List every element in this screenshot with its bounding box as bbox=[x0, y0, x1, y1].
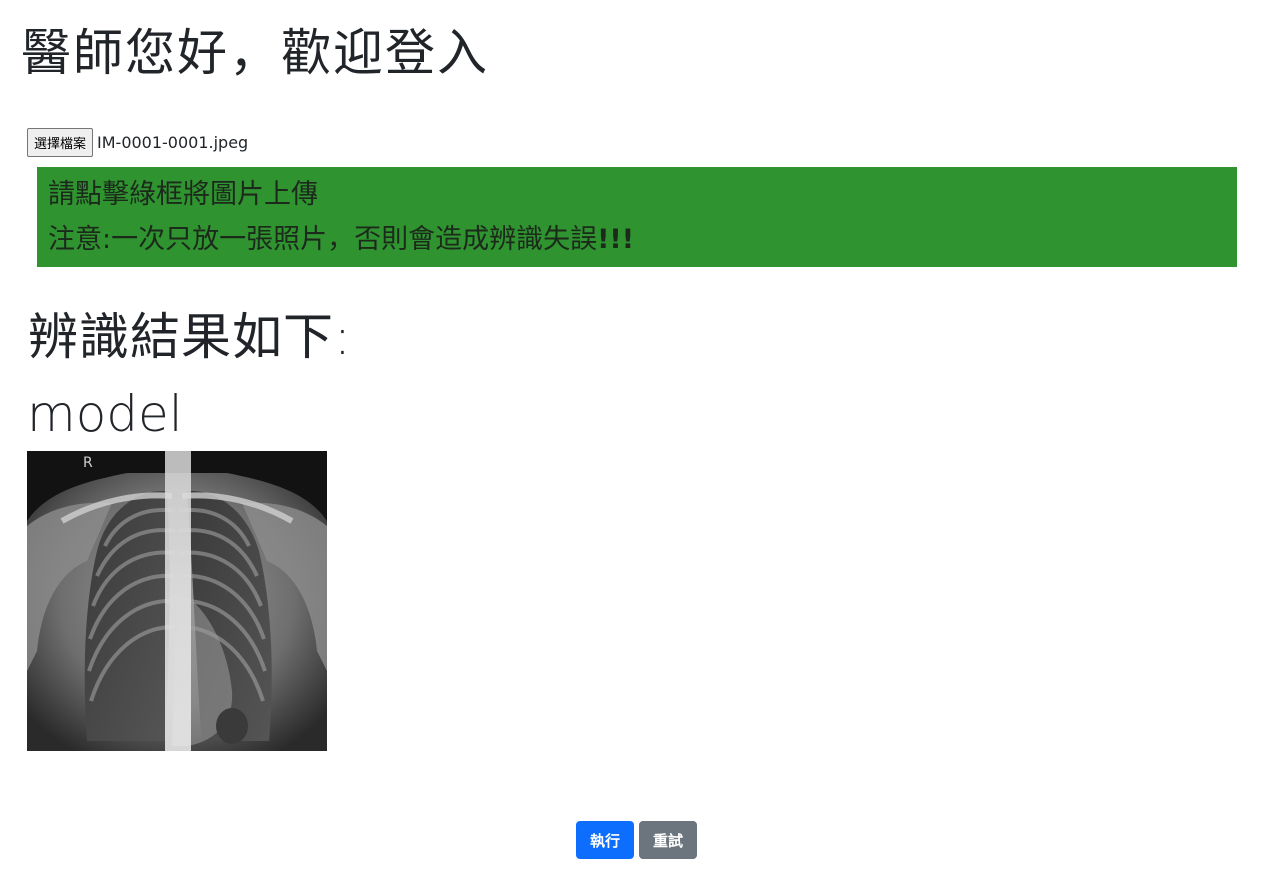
chest-xray-graphic: R bbox=[27, 451, 327, 751]
xray-side-marker: R bbox=[83, 455, 93, 471]
result-heading: 辨識結果如下: bbox=[28, 308, 352, 366]
retry-button[interactable]: 重試 bbox=[639, 821, 697, 859]
run-button[interactable]: 執行 bbox=[576, 821, 634, 859]
selected-file-name: IM-0001-0001.jpeg bbox=[97, 132, 249, 152]
upload-warning-text: 注意:一次只放一張照片，否則會造成辨識失誤 bbox=[48, 224, 598, 255]
upload-warning: 注意:一次只放一張照片，否則會造成辨識失誤!!! bbox=[48, 217, 1226, 263]
page-title: 醫師您好，歡迎登入 bbox=[21, 24, 489, 82]
upload-warning-emphasis: !!! bbox=[597, 224, 635, 255]
upload-instruction: 請點擊綠框將圖片上傳 bbox=[48, 179, 318, 210]
choose-file-button[interactable]: 選擇檔案 bbox=[27, 127, 94, 157]
upload-dropzone[interactable]: 請點擊綠框將圖片上傳 注意:一次只放一張照片，否則會造成辨識失誤!!! bbox=[37, 167, 1237, 267]
action-buttons: 執行 重試 bbox=[576, 821, 697, 859]
page: 醫師您好，歡迎登入 選擇檔案 IM-0001-0001.jpeg 請點擊綠框將圖… bbox=[0, 0, 1265, 882]
file-input[interactable]: 選擇檔案 IM-0001-0001.jpeg bbox=[27, 127, 248, 157]
model-label: model bbox=[27, 385, 183, 443]
chest-xray-image: R bbox=[27, 451, 327, 751]
